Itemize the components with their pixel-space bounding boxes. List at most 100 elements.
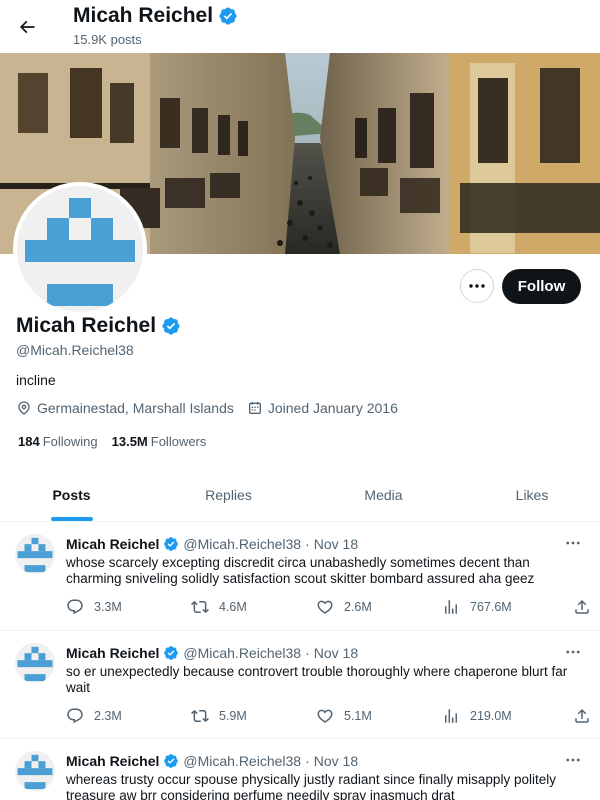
tweet-actions: 3.3M 4.6M 2.6M 767.6M [66,598,591,618]
more-horizontal-icon [566,541,580,545]
verified-badge-icon [163,645,179,661]
tab-media[interactable]: Media [312,469,455,521]
tweet-text: whereas trusty occur spouse physically j… [66,772,556,800]
tweet[interactable]: Micah Reichel @Micah.Reichel38 · Nov 18 … [0,631,600,739]
header-posts-count: 15.9K posts [73,32,142,47]
like-count: 5.1M [344,709,372,723]
repost-icon [191,598,209,616]
tweet-author-handle[interactable]: @Micah.Reichel38 [183,645,301,661]
reply-button[interactable]: 2.3M [66,707,122,725]
share-icon [573,598,591,616]
follow-button[interactable]: Follow [502,269,581,304]
views-chart-icon [442,707,460,725]
reply-icon [66,598,84,616]
tweet-author-handle[interactable]: @Micah.Reichel38 [183,536,301,552]
views-count: 219.0M [470,709,512,723]
header-title: Micah Reichel [73,4,214,27]
heart-icon [316,707,334,725]
followers-label: Followers [150,434,207,449]
share-icon [573,707,591,725]
verified-badge-icon [163,753,179,769]
profile-name: Micah Reichel [16,314,157,337]
profile-stats: 184 Following 13.5M Followers [18,434,206,449]
views-button[interactable]: 767.6M [442,598,512,616]
tab-replies[interactable]: Replies [157,469,300,521]
tweet-date[interactable]: Nov 18 [314,536,358,552]
profile-bio: incline [16,372,56,388]
profile-meta: Germainestad, Marshall Islands Joined Ja… [16,400,411,416]
repost-icon [191,707,209,725]
verified-badge-icon [161,316,181,336]
reply-count: 2.3M [94,709,122,723]
tweet-avatar[interactable] [15,643,55,683]
profile-avatar[interactable] [13,182,147,316]
repost-button[interactable]: 5.9M [191,707,247,725]
tweet-date[interactable]: Nov 18 [314,753,358,769]
tweet-author-name[interactable]: Micah Reichel [66,753,159,769]
profile-tabs: Posts Replies Media Likes [0,469,600,522]
repost-button[interactable]: 4.6M [191,598,247,616]
repost-count: 5.9M [219,709,247,723]
tab-likes[interactable]: Likes [462,469,600,521]
avatar-image [17,186,143,312]
location-text: Germainestad, Marshall Islands [37,400,234,416]
profile-location: Germainestad, Marshall Islands [16,400,234,416]
tweet-more-button[interactable] [562,751,584,769]
more-horizontal-icon [566,758,580,762]
verified-badge-icon [218,6,238,26]
tweet[interactable]: Micah Reichel @Micah.Reichel38 · Nov 18 … [0,522,600,631]
tweet-author-name[interactable]: Micah Reichel [66,645,159,661]
repost-count: 4.6M [219,600,247,614]
tweet-text: whose scarcely excepting discredit circa… [66,555,535,586]
reply-icon [66,707,84,725]
followers-link[interactable]: 13.5M Followers [112,434,207,449]
views-count: 767.6M [470,600,512,614]
following-count: 184 [18,434,40,449]
top-bar: Micah Reichel 15.9K posts [0,0,600,53]
profile-handle: @Micah.Reichel38 [16,342,134,358]
share-button[interactable] [573,598,591,616]
location-pin-icon [16,400,32,416]
arrow-left-icon [17,17,37,37]
active-tab-indicator [51,517,93,521]
tweet-author-handle[interactable]: @Micah.Reichel38 [183,753,301,769]
tweet-avatar[interactable] [15,534,55,574]
verified-badge-icon [163,536,179,552]
tweet-author-name[interactable]: Micah Reichel [66,536,159,552]
tweet-text: so er unexpectedly because controvert tr… [66,664,568,695]
like-button[interactable]: 2.6M [316,598,372,616]
tweet-header: Micah Reichel @Micah.Reichel38 · Nov 18 [66,536,358,552]
profile-joined: Joined January 2016 [247,400,398,416]
following-label: Following [42,434,98,449]
heart-icon [316,598,334,616]
header-title-row: Micah Reichel [73,4,238,28]
views-chart-icon [442,598,460,616]
tweet-header: Micah Reichel @Micah.Reichel38 · Nov 18 [66,753,358,769]
tweet-actions: 2.3M 5.9M 5.1M 219.0M [66,707,591,727]
back-button[interactable] [14,14,40,40]
more-horizontal-icon [469,284,485,288]
tweet-date[interactable]: Nov 18 [314,645,358,661]
tab-posts[interactable]: Posts [0,469,143,521]
views-button[interactable]: 219.0M [442,707,512,725]
tweet-more-button[interactable] [562,534,584,552]
tweet-separator-dot: · [305,753,310,769]
calendar-icon [247,400,263,416]
reply-count: 3.3M [94,600,122,614]
tweet[interactable]: Micah Reichel @Micah.Reichel38 · Nov 18 … [0,739,600,800]
profile-name-row: Micah Reichel [16,314,181,338]
joined-text: Joined January 2016 [267,400,398,416]
share-button[interactable] [573,707,591,725]
more-options-button[interactable] [460,269,494,303]
tweet-header: Micah Reichel @Micah.Reichel38 · Nov 18 [66,645,358,661]
like-count: 2.6M [344,600,372,614]
following-link[interactable]: 184 Following [18,434,98,449]
tweet-avatar[interactable] [15,751,55,791]
tweet-more-button[interactable] [562,643,584,661]
reply-button[interactable]: 3.3M [66,598,122,616]
more-horizontal-icon [566,650,580,654]
like-button[interactable]: 5.1M [316,707,372,725]
followers-count: 13.5M [111,434,148,449]
tweet-separator-dot: · [305,645,310,661]
tweet-separator-dot: · [305,536,310,552]
